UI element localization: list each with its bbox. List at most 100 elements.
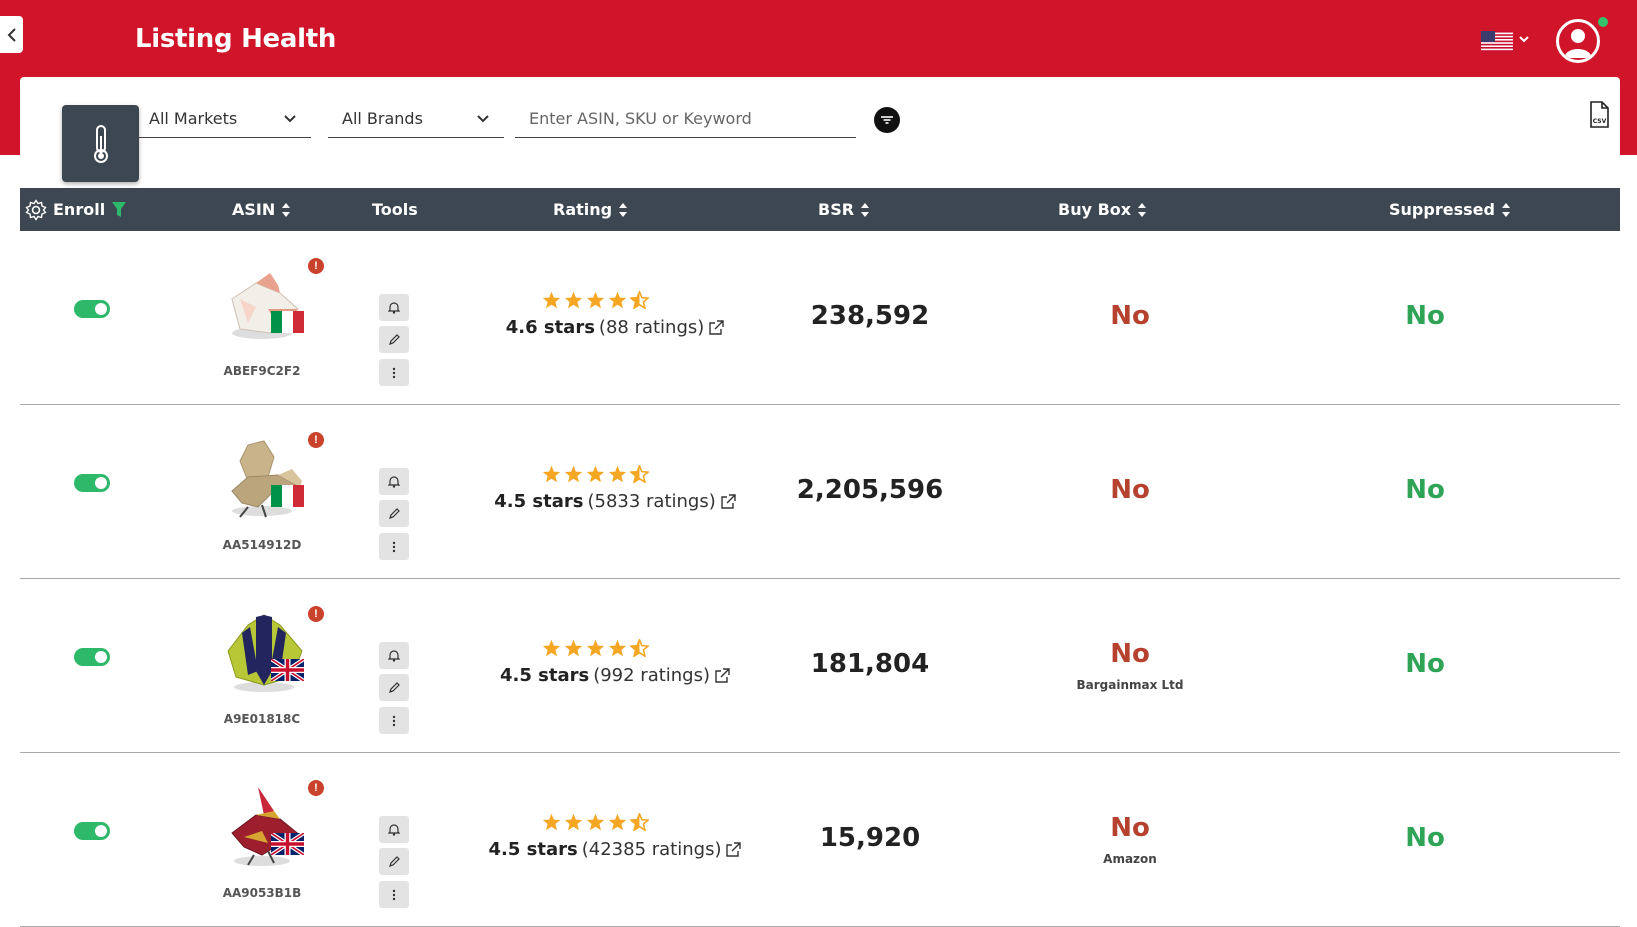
stars-text: 4.5 stars [488,839,578,860]
column-buybox[interactable]: Buy Box [1058,188,1147,231]
table-row: ! A9E01818C 4.5 stars (992 ratings) 181,… [20,579,1620,753]
buybox-seller: Amazon [1103,852,1157,866]
enroll-toggle[interactable] [74,474,110,492]
buybox-value: No [1110,475,1150,505]
column-enroll[interactable]: Enroll [25,188,127,231]
enroll-toggle[interactable] [74,300,110,318]
enroll-toggle[interactable] [74,648,110,666]
ratings-count: (42385 ratings) [581,839,722,860]
edit-button[interactable] [379,848,409,875]
csv-file-icon: CSV [1590,101,1609,128]
star-full-icon [608,813,627,831]
brands-select[interactable]: All Brands [328,100,504,138]
star-full-icon [542,639,561,657]
back-button[interactable] [0,16,23,53]
thermometer-icon [93,124,108,163]
star-full-icon [564,465,583,483]
uk-flag-icon [271,833,304,855]
sort-icon [861,202,870,217]
table-row: ! AA9053B1B 4.5 stars (42385 ratings) 15… [20,753,1620,927]
alert-icon[interactable]: ! [308,432,324,448]
edit-button[interactable] [379,500,409,527]
suppressed-value: No [1405,475,1445,505]
markets-select[interactable]: All Markets [135,100,311,138]
star-full-icon [608,291,627,309]
bell-icon [388,476,400,488]
star-rating [542,813,652,831]
product-thumbnail[interactable] [218,785,310,869]
pencil-icon [389,855,400,867]
table-row: ! ABEF9C2F2 4.6 stars (88 ratings) 238,5… [20,231,1620,405]
pencil-icon [389,681,400,693]
chevron-down-icon [284,114,296,122]
chevron-left-icon [7,27,16,42]
star-rating [542,291,652,309]
table-header: Enroll ASIN Tools Rating BSR Buy Box Sup… [20,188,1620,231]
uk-flag-icon [271,659,304,681]
online-status-dot [1598,17,1608,27]
product-thumbnail[interactable] [218,437,310,521]
notification-button[interactable] [379,816,409,843]
table-row: ! AA514912D 4.5 stars (5833 ratings) 2,2… [20,405,1620,579]
column-asin[interactable]: ASIN [232,188,291,231]
gear-icon[interactable] [25,198,47,221]
product-thumbnail[interactable] [218,263,310,347]
sort-icon [1501,202,1510,217]
sort-icon [619,202,628,217]
star-full-icon [608,465,627,483]
star-full-icon [542,465,561,483]
column-bsr-label: BSR [818,200,855,219]
stars-text: 4.6 stars [505,317,595,338]
thermometer-tile [62,105,139,182]
alert-icon[interactable]: ! [308,606,324,622]
alert-icon[interactable]: ! [308,780,324,796]
filter-button[interactable] [874,107,900,133]
chevron-down-icon[interactable] [1519,34,1529,44]
filter-funnel-icon[interactable] [111,201,127,219]
asin-label: ABEF9C2F2 [223,364,301,378]
user-avatar[interactable] [1556,19,1600,63]
more-options-button[interactable] [379,881,409,908]
notification-button[interactable] [379,468,409,495]
star-half-icon [630,639,649,657]
us-flag-icon[interactable] [1481,31,1513,52]
suppressed-value: No [1405,823,1445,853]
notification-button[interactable] [379,642,409,669]
buybox-seller: Bargainmax Ltd [1076,678,1184,692]
bell-icon [388,302,400,314]
alert-icon[interactable]: ! [308,258,324,274]
italy-flag-icon [271,311,304,333]
pencil-icon [389,333,400,345]
column-rating[interactable]: Rating [553,188,628,231]
column-suppressed-label: Suppressed [1389,200,1495,219]
notification-button[interactable] [379,294,409,321]
column-asin-label: ASIN [232,200,276,219]
edit-button[interactable] [379,674,409,701]
star-half-icon [630,465,649,483]
pencil-icon [389,507,400,519]
column-suppressed[interactable]: Suppressed [1389,188,1511,231]
column-bsr[interactable]: BSR [818,188,870,231]
csv-export-button[interactable]: CSV [1587,101,1611,134]
product-thumbnail[interactable] [218,611,310,695]
page-title: Listing Health [135,24,337,54]
enroll-toggle[interactable] [74,822,110,840]
star-full-icon [586,813,605,831]
more-options-button[interactable] [379,533,409,560]
italy-flag-icon [271,485,304,507]
stars-text: 4.5 stars [499,665,590,686]
buybox-value: No [1110,639,1150,669]
more-vertical-icon [392,889,396,900]
more-options-button[interactable] [379,707,409,734]
star-full-icon [542,813,561,831]
bsr-value: 15,920 [819,823,921,853]
bsr-value: 181,804 [810,649,930,679]
star-half-icon [630,291,649,309]
stars-text: 4.5 stars [494,491,584,512]
more-options-button[interactable] [379,359,409,386]
star-full-icon [608,639,627,657]
user-icon [1564,29,1592,58]
edit-button[interactable] [379,326,409,353]
search-input[interactable] [515,100,856,138]
star-rating [542,639,652,657]
